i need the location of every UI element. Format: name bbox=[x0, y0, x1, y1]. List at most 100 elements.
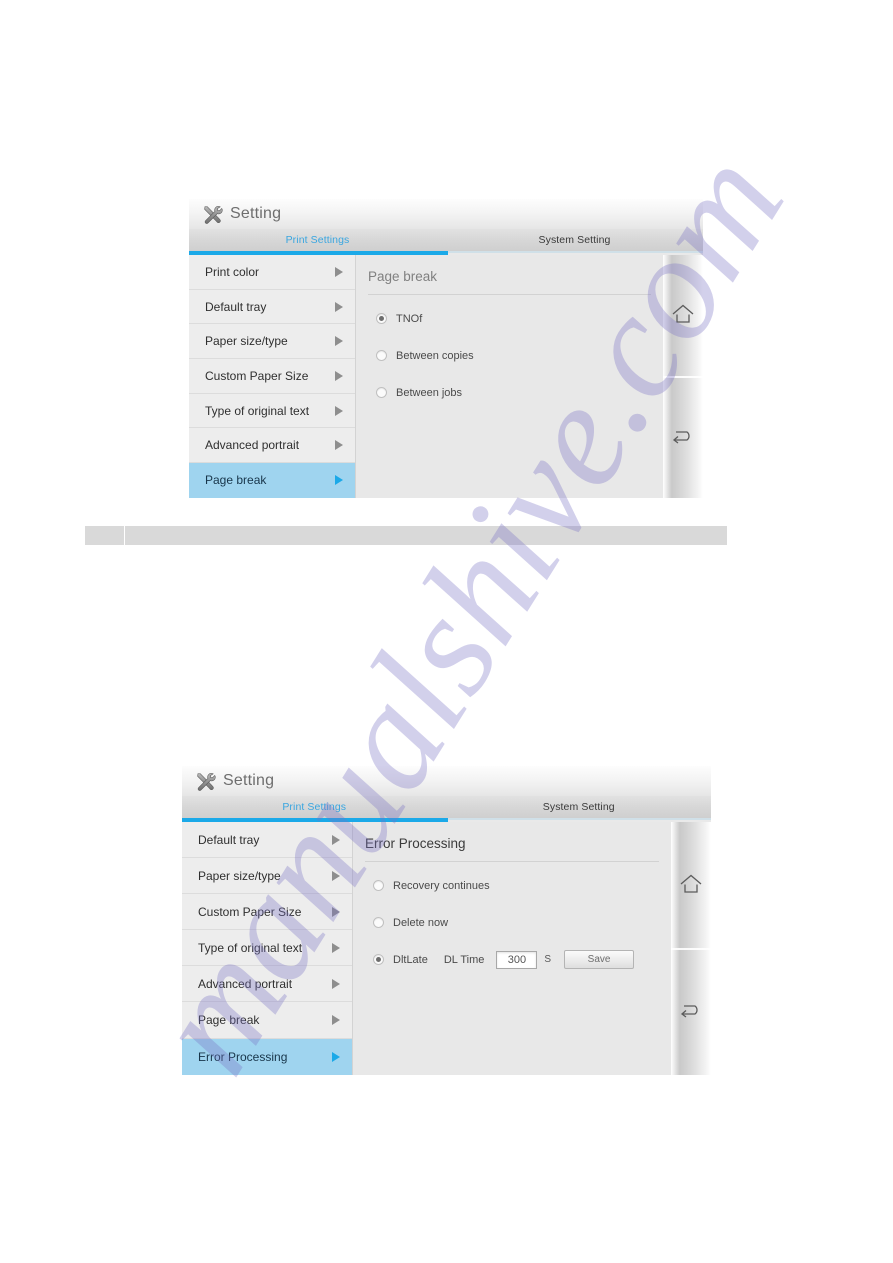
radio-label: TNOf bbox=[396, 312, 423, 325]
menu-item-advanced-portrait[interactable]: Advanced portrait bbox=[182, 966, 352, 1003]
radio-icon[interactable] bbox=[373, 880, 384, 891]
content-heading: Error Processing bbox=[365, 836, 466, 851]
back-arrow-icon bbox=[680, 1005, 698, 1018]
chevron-right-icon bbox=[335, 440, 343, 451]
home-button[interactable] bbox=[671, 822, 711, 948]
menu-item-label: Paper size/type bbox=[205, 334, 288, 349]
screen-body: Default tray Paper size/type Custom Pape… bbox=[182, 822, 711, 1075]
menu-item-label: Custom Paper Size bbox=[205, 368, 309, 383]
settings-menu: Print color Default tray Paper size/type… bbox=[189, 255, 356, 498]
chevron-right-icon bbox=[332, 942, 340, 953]
menu-item-paper-size-type[interactable]: Paper size/type bbox=[182, 858, 352, 895]
page-title: Setting bbox=[230, 205, 282, 222]
radio-icon[interactable] bbox=[376, 387, 387, 398]
menu-item-page-break[interactable]: Page break bbox=[189, 463, 355, 498]
menu-item-page-break[interactable]: Page break bbox=[182, 1002, 352, 1039]
divider bbox=[368, 294, 651, 295]
tab-inactive-rule bbox=[448, 251, 703, 253]
menu-item-custom-paper-size[interactable]: Custom Paper Size bbox=[189, 359, 355, 394]
back-button[interactable] bbox=[671, 950, 711, 1076]
menu-item-label: Page break bbox=[198, 1013, 260, 1028]
radio-icon[interactable] bbox=[376, 313, 387, 324]
menu-item-label: Type of original text bbox=[198, 940, 303, 955]
dl-time-unit-label: S bbox=[544, 954, 552, 965]
page-divider-bar bbox=[85, 526, 727, 545]
page-break-content: Page break TNOf Between copies Between j… bbox=[356, 255, 663, 498]
tab-print-settings[interactable]: Print Settings bbox=[189, 229, 446, 251]
menu-item-label: Error Processing bbox=[198, 1049, 288, 1064]
menu-item-error-processing[interactable]: Error Processing bbox=[182, 1038, 352, 1075]
rail-divider bbox=[671, 947, 711, 950]
tab-system-setting[interactable]: System Setting bbox=[446, 229, 703, 251]
chevron-right-icon bbox=[335, 336, 343, 347]
tools-icon bbox=[204, 205, 223, 224]
radio-label: DltLate bbox=[393, 953, 428, 966]
side-rail bbox=[671, 822, 711, 1075]
chevron-right-icon bbox=[332, 1015, 340, 1026]
titlebar: Setting bbox=[182, 766, 711, 796]
tools-icon bbox=[197, 772, 216, 791]
setting-screen-page-break: Setting Print Settings System Setting Pr… bbox=[189, 199, 703, 498]
tab-print-settings[interactable]: Print Settings bbox=[182, 796, 447, 818]
page-title: Setting bbox=[223, 772, 275, 789]
menu-item-label: Page break bbox=[205, 473, 267, 488]
chevron-right-icon bbox=[332, 1051, 340, 1062]
tab-system-setting-label: System Setting bbox=[538, 234, 611, 246]
menu-item-print-color[interactable]: Print color bbox=[189, 255, 355, 290]
menu-item-advanced-portrait[interactable]: Advanced portrait bbox=[189, 428, 355, 464]
tab-print-settings-label: Print Settings bbox=[282, 801, 347, 813]
back-arrow-icon bbox=[672, 431, 690, 444]
radio-option-between-jobs[interactable]: Between jobs bbox=[356, 375, 663, 410]
radio-label: Between copies bbox=[396, 349, 474, 362]
radio-option-between-copies[interactable]: Between copies bbox=[356, 338, 663, 373]
page-divider-bar-cell-separator bbox=[124, 526, 125, 545]
back-button[interactable] bbox=[663, 378, 703, 499]
menu-item-type-of-original-text[interactable]: Type of original text bbox=[189, 393, 355, 429]
titlebar: Setting bbox=[189, 199, 703, 229]
content-heading: Page break bbox=[368, 269, 438, 284]
rail-divider bbox=[663, 375, 703, 378]
radio-icon[interactable] bbox=[373, 954, 384, 965]
tab-print-settings-label: Print Settings bbox=[285, 234, 350, 246]
save-button[interactable]: Save bbox=[564, 950, 635, 969]
tab-system-setting[interactable]: System Setting bbox=[447, 796, 712, 818]
chevron-right-icon bbox=[332, 978, 340, 989]
menu-item-label: Advanced portrait bbox=[198, 976, 293, 991]
radio-option-tnof[interactable]: TNOf bbox=[356, 301, 663, 336]
radio-option-delete-now[interactable]: Delete now bbox=[353, 905, 671, 940]
tab-bar: Print Settings System Setting bbox=[189, 229, 703, 251]
radio-option-dltlate[interactable]: DltLate DL Time S Save bbox=[353, 942, 671, 977]
menu-item-custom-paper-size[interactable]: Custom Paper Size bbox=[182, 894, 352, 931]
chevron-right-icon bbox=[335, 301, 343, 312]
dl-time-label: DL Time bbox=[443, 953, 485, 966]
menu-item-paper-size-type[interactable]: Paper size/type bbox=[189, 324, 355, 360]
chevron-right-icon bbox=[335, 405, 343, 416]
screen-body: Print color Default tray Paper size/type… bbox=[189, 255, 703, 498]
chevron-right-icon bbox=[332, 834, 340, 845]
radio-label: Recovery continues bbox=[393, 879, 490, 892]
chevron-right-icon bbox=[335, 370, 343, 381]
chevron-right-icon bbox=[332, 870, 340, 881]
setting-screen-error-processing: Setting Print Settings System Setting De… bbox=[182, 766, 711, 1075]
menu-item-default-tray[interactable]: Default tray bbox=[189, 289, 355, 325]
radio-icon[interactable] bbox=[376, 350, 387, 361]
radio-icon[interactable] bbox=[373, 917, 384, 928]
menu-item-label: Advanced portrait bbox=[205, 438, 300, 453]
menu-item-type-of-original-text[interactable]: Type of original text bbox=[182, 930, 352, 967]
menu-item-label: Default tray bbox=[205, 299, 267, 314]
radio-label: Delete now bbox=[393, 916, 449, 929]
radio-option-recovery-continues[interactable]: Recovery continues bbox=[353, 868, 671, 903]
dl-time-input[interactable] bbox=[496, 950, 538, 969]
settings-menu: Default tray Paper size/type Custom Pape… bbox=[182, 822, 353, 1075]
side-rail bbox=[663, 255, 703, 498]
chevron-right-icon bbox=[335, 266, 343, 277]
menu-item-label: Print color bbox=[205, 264, 260, 279]
chevron-right-icon bbox=[335, 475, 343, 486]
home-icon bbox=[672, 304, 694, 323]
chevron-right-icon bbox=[332, 906, 340, 917]
menu-item-default-tray[interactable]: Default tray bbox=[182, 822, 352, 859]
home-button[interactable] bbox=[663, 255, 703, 376]
tab-system-setting-label: System Setting bbox=[542, 801, 615, 813]
menu-item-label: Type of original text bbox=[205, 403, 310, 418]
menu-item-label: Default tray bbox=[198, 832, 260, 847]
